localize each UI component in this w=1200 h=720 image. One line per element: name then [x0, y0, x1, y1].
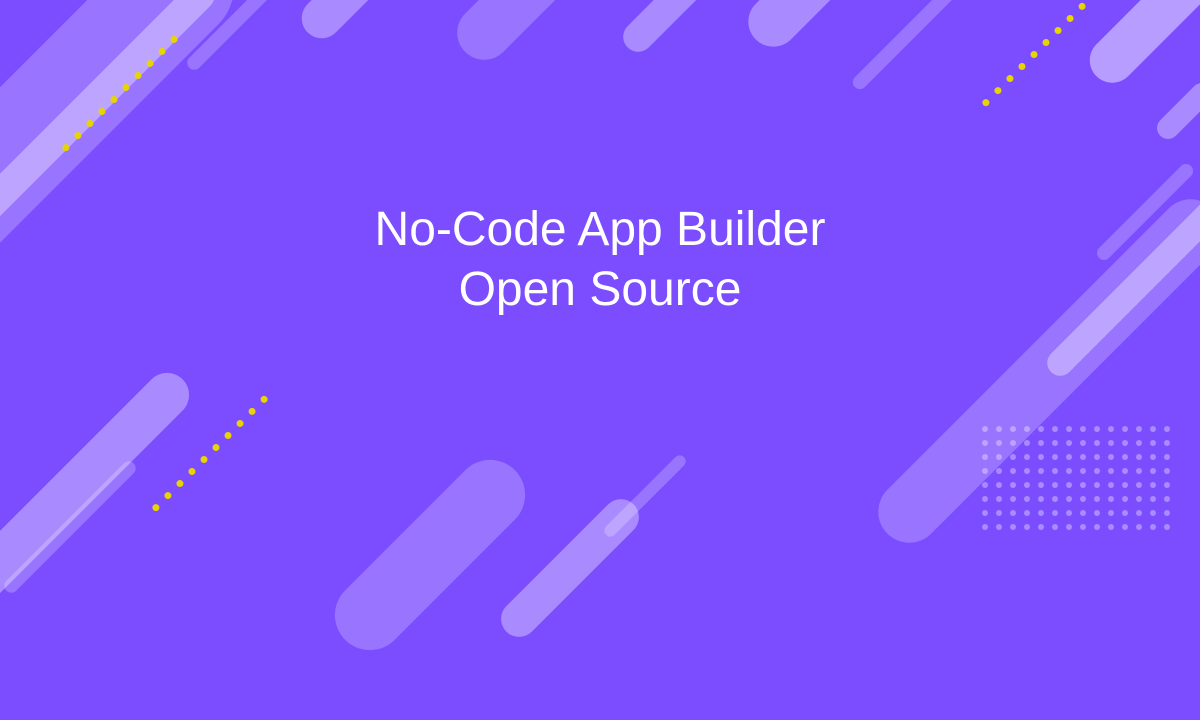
- decorative-pill: [1152, 78, 1200, 143]
- yellow-dots-icon: [981, 0, 1099, 108]
- hero-line1: No-Code App Builder: [375, 200, 826, 260]
- decorative-pill: [602, 453, 688, 539]
- decorative-pill: [617, 0, 723, 58]
- dot-grid-icon: [982, 426, 1170, 530]
- decorative-pill: [850, 0, 980, 92]
- decorative-pill: [1080, 0, 1200, 92]
- decorative-pill: [0, 364, 198, 720]
- hero-line2: Open Source: [375, 260, 826, 320]
- hero-headline: No-Code App Builder Open Source: [375, 200, 826, 320]
- decorative-pill: [293, 0, 406, 47]
